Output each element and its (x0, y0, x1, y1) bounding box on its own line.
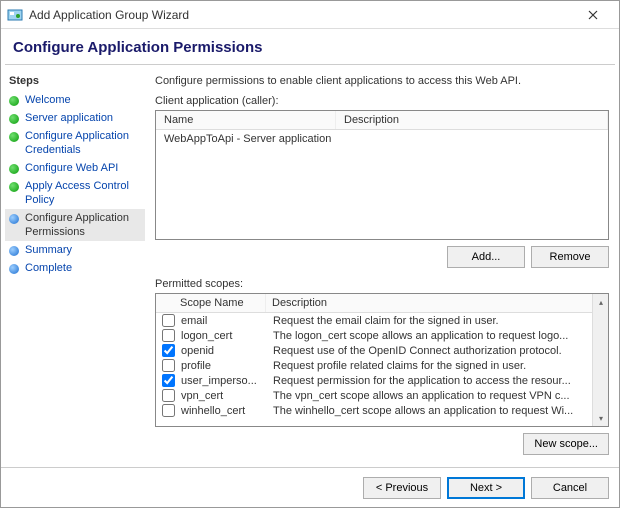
step-bullet-icon (9, 132, 19, 142)
scope-checkbox[interactable] (162, 374, 175, 387)
step-item-complete[interactable]: Complete (5, 259, 145, 277)
scope-name: user_imperso... (181, 375, 273, 387)
client-app-list-header: Name Description (156, 111, 608, 130)
step-bullet-icon (9, 164, 19, 174)
step-label: Configure Web API (25, 161, 118, 175)
cancel-button[interactable]: Cancel (531, 477, 609, 499)
steps-title: Steps (5, 75, 145, 91)
main-panel: Configure permissions to enable client a… (149, 69, 619, 463)
scope-checkbox[interactable] (162, 314, 175, 327)
wizard-window: Add Application Group Wizard Configure A… (0, 0, 620, 508)
divider (5, 64, 615, 65)
step-item-configure-web-api[interactable]: Configure Web API (5, 159, 145, 177)
scope-name: email (181, 315, 273, 327)
scope-checkbox[interactable] (162, 329, 175, 342)
step-item-welcome[interactable]: Welcome (5, 91, 145, 109)
scope-row-user-imperso-[interactable]: user_imperso...Request permission for th… (156, 373, 592, 388)
scope-description: Request use of the OpenID Connect author… (273, 345, 586, 357)
close-button[interactable] (573, 1, 613, 28)
scopes-header: Scope Name Description (156, 294, 592, 313)
scope-row-winhello-cert[interactable]: winhello_certThe winhello_cert scope all… (156, 403, 592, 418)
scope-name: vpn_cert (181, 390, 273, 402)
step-item-summary[interactable]: Summary (5, 241, 145, 259)
scope-checkbox[interactable] (162, 404, 175, 417)
scope-checkbox[interactable] (162, 359, 175, 372)
step-bullet-icon (9, 182, 19, 192)
col-header-description[interactable]: Description (336, 111, 608, 129)
add-button[interactable]: Add... (447, 246, 525, 268)
window-title: Add Application Group Wizard (29, 8, 189, 22)
scope-description: Request permission for the application t… (273, 375, 586, 387)
scope-row-logon-cert[interactable]: logon_certThe logon_cert scope allows an… (156, 328, 592, 343)
scope-name: profile (181, 360, 273, 372)
scroll-down-arrow[interactable]: ▾ (593, 410, 609, 426)
scope-row-openid[interactable]: openidRequest use of the OpenID Connect … (156, 343, 592, 358)
scope-checkbox[interactable] (162, 344, 175, 357)
scope-row-vpn-cert[interactable]: vpn_certThe vpn_cert scope allows an app… (156, 388, 592, 403)
step-bullet-icon (9, 96, 19, 106)
step-bullet-icon (9, 246, 19, 256)
scope-checkbox[interactable] (162, 389, 175, 402)
scope-name: logon_cert (181, 330, 273, 342)
client-app-label: Client application (caller): (155, 95, 609, 107)
step-item-apply-access-control-policy[interactable]: Apply Access Control Policy (5, 177, 145, 209)
col-header-name[interactable]: Name (156, 111, 336, 129)
step-label: Complete (25, 261, 72, 275)
step-label: Welcome (25, 93, 71, 107)
next-button[interactable]: Next > (447, 477, 525, 499)
client-app-name: WebAppToApi - Server application (164, 133, 336, 145)
titlebar: Add Application Group Wizard (1, 1, 619, 29)
col-header-scope-name[interactable]: Scope Name (156, 294, 266, 312)
scope-row-profile[interactable]: profileRequest profile related claims fo… (156, 358, 592, 373)
step-label: Configure Application Permissions (25, 211, 143, 239)
scroll-up-arrow[interactable]: ▴ (593, 294, 609, 310)
step-bullet-icon (9, 214, 19, 224)
page-heading: Configure Application Permissions (1, 29, 619, 64)
scope-description: The logon_cert scope allows an applicati… (273, 330, 586, 342)
step-item-server-application[interactable]: Server application (5, 109, 145, 127)
wizard-footer: < Previous Next > Cancel (1, 467, 619, 507)
scope-description: The winhello_cert scope allows an applic… (273, 405, 586, 417)
remove-button[interactable]: Remove (531, 246, 609, 268)
new-scope-button[interactable]: New scope... (523, 433, 609, 455)
scope-row-email[interactable]: emailRequest the email claim for the sig… (156, 313, 592, 328)
scopes-scrollbar[interactable]: ▴ ▾ (592, 294, 608, 426)
scope-name: winhello_cert (181, 405, 273, 417)
scopes-list[interactable]: Scope Name Description emailRequest the … (155, 293, 609, 427)
client-app-row[interactable]: WebAppToApi - Server application (156, 130, 608, 148)
scope-description: The vpn_cert scope allows an application… (273, 390, 586, 402)
step-label: Summary (25, 243, 72, 257)
step-label: Server application (25, 111, 113, 125)
client-app-list[interactable]: Name Description WebAppToApi - Server ap… (155, 110, 609, 240)
step-item-configure-application-permissions[interactable]: Configure Application Permissions (5, 209, 145, 241)
scopes-label: Permitted scopes: (155, 278, 609, 290)
col-header-scope-description[interactable]: Description (266, 294, 592, 312)
step-label: Apply Access Control Policy (25, 179, 143, 207)
scope-name: openid (181, 345, 273, 357)
scope-description: Request the email claim for the signed i… (273, 315, 586, 327)
step-bullet-icon (9, 264, 19, 274)
steps-sidebar: Steps Welcome Server application Configure… (1, 69, 149, 463)
step-bullet-icon (9, 114, 19, 124)
step-label: Configure Application Credentials (25, 129, 143, 157)
scope-description: Request profile related claims for the s… (273, 360, 586, 372)
previous-button[interactable]: < Previous (363, 477, 441, 499)
app-icon (7, 7, 23, 23)
step-item-configure-application-credentials[interactable]: Configure Application Credentials (5, 127, 145, 159)
intro-text: Configure permissions to enable client a… (155, 75, 609, 87)
